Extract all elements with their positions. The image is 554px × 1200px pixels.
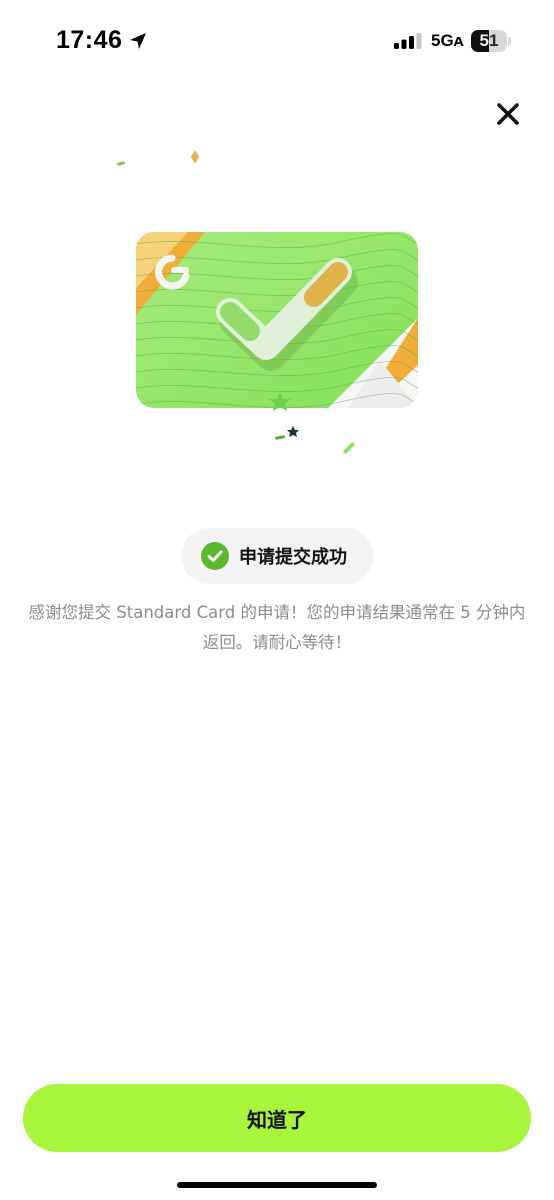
battery-indicator: 51: [471, 30, 507, 52]
status-bar: 17:46 5Gᴀ 51: [0, 0, 554, 84]
confetti-piece: [343, 442, 355, 454]
status-label: 申请提交成功: [239, 547, 347, 568]
battery-percentage: 51: [479, 31, 499, 50]
star-decoration: [287, 426, 299, 437]
got-it-button[interactable]: 知道了: [23, 1084, 531, 1152]
location-arrow-icon: [130, 32, 147, 49]
battery-cap: [508, 37, 511, 45]
network-type: 5Gᴀ: [431, 31, 464, 50]
home-indicator: [177, 1182, 377, 1188]
close-button[interactable]: [490, 96, 526, 132]
close-icon: [497, 103, 519, 125]
cellular-signal-icon: [394, 33, 422, 49]
check-circle-icon: [201, 542, 229, 570]
status-badge: 申请提交成功: [181, 528, 373, 584]
confetti-piece: [117, 161, 126, 166]
time-group: 17:46: [56, 26, 148, 55]
card-with-checkmark-illustration: [117, 150, 418, 454]
status-time: 17:46: [56, 26, 123, 54]
info-message: 感谢您提交 Standard Card 的申请！您的申请结果通常在 5 分钟内返…: [28, 603, 526, 652]
confetti-piece: [275, 435, 286, 440]
confetti-piece: [191, 150, 199, 164]
